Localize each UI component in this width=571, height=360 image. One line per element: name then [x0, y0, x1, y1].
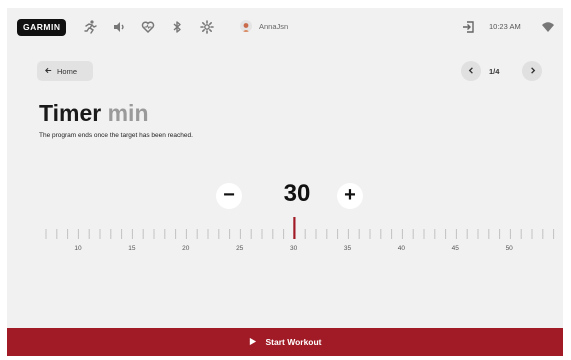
heart-rate-icon[interactable]: [140, 19, 156, 35]
chevron-right-icon: [528, 62, 537, 80]
ruler-label: 10: [74, 245, 82, 252]
title-main: Timer: [39, 100, 102, 126]
title-unit: min: [107, 100, 149, 126]
ruler-label: 25: [236, 245, 244, 252]
settings-icon[interactable]: [199, 19, 215, 35]
ruler-label: 30: [289, 245, 298, 252]
clock: 10:23 AM: [489, 22, 521, 31]
ruler-label: 35: [343, 245, 352, 252]
chevron-left-icon: [467, 62, 476, 80]
start-workout-button[interactable]: Start Workout: [7, 328, 563, 356]
page-subtitle: The program ends once the target has bee…: [39, 132, 193, 139]
garmin-logo: GARMIN: [17, 19, 67, 36]
app-screen: GARMIN AnnaJsn 10:23 AM Home 1/4 Timer m…: [7, 8, 563, 356]
exit-icon[interactable]: [461, 19, 477, 35]
timer-value: 30: [283, 180, 311, 207]
start-workout-label: Start Workout: [265, 337, 322, 347]
arrow-left-icon: [44, 66, 53, 77]
status-bar: GARMIN AnnaJsn 10:23 AM: [7, 8, 563, 44]
ruler-label: 15: [128, 245, 136, 252]
avatar[interactable]: [240, 20, 252, 32]
volume-icon[interactable]: [111, 19, 127, 35]
ruler-ticks: [45, 217, 555, 239]
ruler-label: 50: [505, 245, 513, 252]
running-icon[interactable]: [82, 19, 98, 35]
play-icon: [248, 337, 257, 348]
previous-page-button[interactable]: [461, 61, 481, 81]
user-name[interactable]: AnnaJsn: [259, 22, 288, 31]
next-page-button[interactable]: [522, 61, 542, 81]
ruler-label: 20: [182, 245, 190, 252]
decrement-button[interactable]: −: [216, 183, 242, 209]
ruler-label: 45: [451, 245, 459, 252]
page-indicator: 1/4: [489, 67, 500, 76]
home-button[interactable]: Home: [37, 61, 93, 81]
ruler-label: 40: [397, 245, 405, 252]
timer-ruler[interactable]: [7, 213, 563, 263]
page-title: Timer min: [39, 100, 149, 126]
wifi-icon[interactable]: [541, 20, 555, 34]
bluetooth-icon[interactable]: [169, 19, 185, 35]
home-label: Home: [57, 66, 78, 76]
increment-button[interactable]: +: [337, 183, 363, 209]
